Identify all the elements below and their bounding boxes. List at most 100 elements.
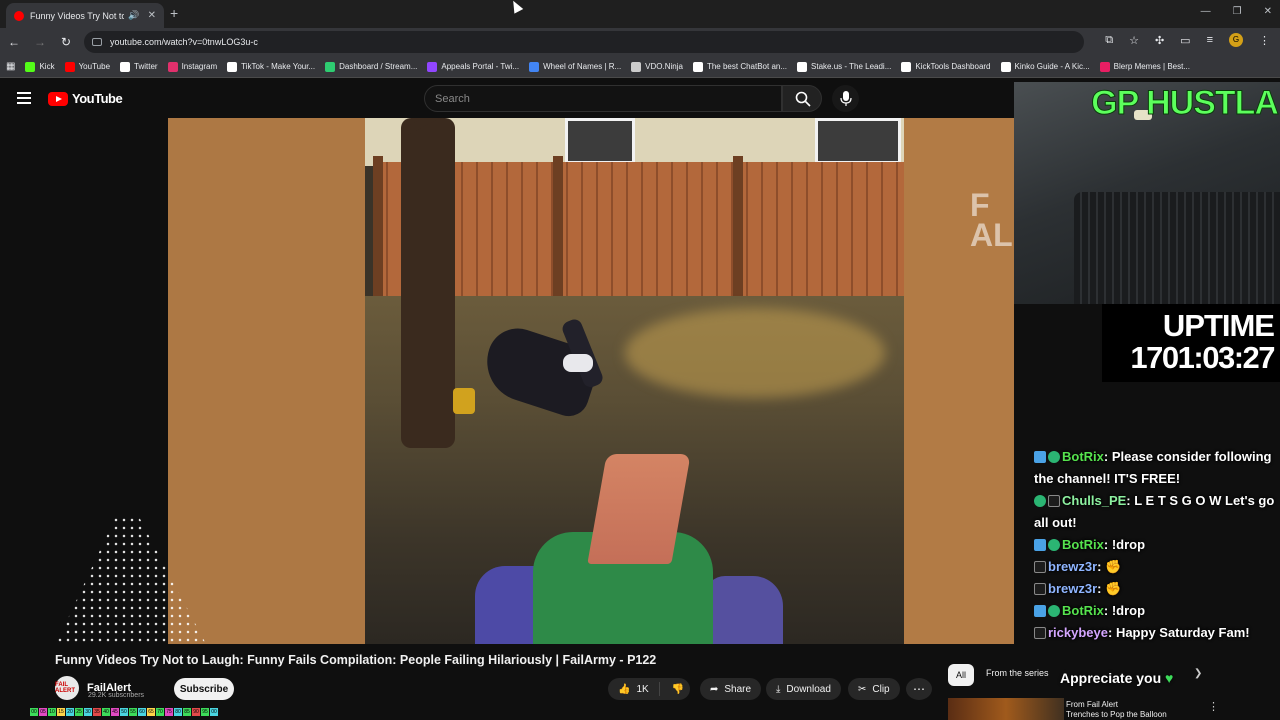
color-strip-cell: 15 — [57, 708, 65, 716]
browser-tab[interactable]: Funny Videos Try Not to La 🔊 ✕ — [6, 3, 164, 28]
related-video-title[interactable]: From Fail Alert Trenches to Pop the Ball… — [1066, 700, 1196, 720]
uptime-overlay: UPTIME 1701:03:27 — [1102, 304, 1280, 382]
bookmark-favicon-icon — [325, 61, 336, 72]
bookmark-favicon-icon — [227, 61, 238, 72]
bookmark-label: VDO.Ninja — [645, 62, 683, 71]
youtube-logo[interactable]: YouTube — [48, 91, 123, 106]
hamburger-menu-icon[interactable] — [17, 92, 31, 107]
related-video-thumbnail[interactable] — [948, 698, 1064, 720]
subscriber-count: 29.2K subscribers — [88, 692, 145, 699]
url-text: youtube.com/watch?v=0tnwLOG3u-c — [110, 37, 258, 47]
profile-avatar[interactable]: G — [1229, 33, 1243, 47]
chat-username: brewz3r — [1048, 559, 1098, 574]
channel-avatar[interactable]: FAIL ALERT — [55, 676, 79, 700]
browser-menu-icon[interactable]: ⋮ — [1259, 34, 1270, 47]
bookmark-item[interactable]: Blerp Memes | Best... — [1099, 61, 1190, 72]
cast-icon[interactable]: ▭ — [1180, 34, 1190, 47]
bookmark-item[interactable]: TikTok - Make Your... — [227, 61, 315, 72]
bookmark-item[interactable]: YouTube — [64, 61, 111, 72]
related-title-text: Trenches to Pop the Balloon — [1066, 710, 1167, 719]
video-player[interactable]: F AL — [168, 118, 1014, 644]
color-strip-cell: 40 — [102, 708, 110, 716]
color-strip-cell: 35 — [93, 708, 101, 716]
toy-slide-base — [705, 576, 783, 644]
youtube-play-icon — [48, 91, 68, 106]
microphone-icon — [840, 91, 852, 106]
bookmark-item[interactable]: VDO.Ninja — [631, 61, 683, 72]
bot-badge-icon — [1034, 539, 1046, 551]
bookmark-item[interactable]: KickTools Dashboard — [901, 61, 991, 72]
bookmark-label: Dashboard / Stream... — [339, 62, 418, 71]
color-strip-cell: 55 — [129, 708, 137, 716]
bookmark-star-icon[interactable]: ☆ — [1129, 34, 1139, 47]
close-tab-icon[interactable]: ✕ — [148, 10, 156, 21]
voice-search-button[interactable] — [832, 85, 859, 112]
search-button[interactable] — [782, 85, 822, 112]
like-count: 1K — [636, 683, 649, 695]
verified-badge-icon — [1048, 539, 1060, 551]
close-window-button[interactable]: ✕ — [1264, 6, 1272, 17]
video-frame — [365, 118, 904, 644]
apps-grid-icon[interactable]: ▦ — [6, 61, 15, 72]
color-strip-cell: 85 — [183, 708, 191, 716]
color-strip: 00 05 10 15 20 25 30 35 40 45 50 55 60 65 70 75 80 85 90 95… — [30, 708, 218, 716]
chip-from-series[interactable]: From the series — [986, 668, 1049, 678]
bookmark-item[interactable]: Appeals Portal - Twi... — [427, 61, 519, 72]
browser-toolbar: ← → ↻ youtube.com/watch?v=0tnwLOG3u-c ⧉ … — [0, 28, 1280, 56]
color-strip-cell: 95 — [201, 708, 209, 716]
youtube-logo-text: YouTube — [72, 91, 123, 106]
more-actions-icon[interactable]: ⋯ — [906, 678, 932, 700]
verified-badge-icon — [1048, 451, 1060, 463]
color-strip-cell: 30 — [84, 708, 92, 716]
address-bar[interactable]: youtube.com/watch?v=0tnwLOG3u-c — [84, 31, 1084, 53]
bookmark-item[interactable]: Instagram — [167, 61, 217, 72]
share-button[interactable]: ➦ Share — [700, 678, 762, 700]
subscribe-button[interactable]: Subscribe — [174, 678, 234, 700]
bookmark-item[interactable]: The best ChatBot an... — [692, 61, 787, 72]
bookmark-item[interactable]: Twitter — [120, 61, 158, 72]
bookmark-favicon-icon — [1099, 61, 1110, 72]
bookmark-favicon-icon — [529, 61, 540, 72]
fence-post — [373, 156, 383, 304]
restore-button[interactable]: ❐ — [1233, 6, 1242, 17]
chat-username: BotRix — [1062, 603, 1104, 618]
moderator-badge-icon — [1034, 583, 1046, 595]
search-input[interactable]: Search — [424, 85, 782, 112]
minimize-button[interactable]: — — [1201, 6, 1211, 17]
media-controls-icon[interactable]: ≡ — [1207, 34, 1213, 46]
dislike-button[interactable]: 👎 — [666, 684, 690, 695]
bookmark-label: Blerp Memes | Best... — [1113, 62, 1190, 71]
forward-button[interactable]: → — [28, 35, 52, 49]
extensions-icon[interactable]: ✣ — [1155, 34, 1164, 47]
related-more-icon[interactable]: ⋮ — [1208, 700, 1219, 713]
site-info-icon[interactable] — [92, 38, 102, 46]
bot-badge-icon — [1034, 605, 1046, 617]
uptime-value: 1701:03:27 — [1130, 340, 1275, 375]
bookmark-label: Kick — [39, 62, 55, 71]
bookmark-label: Twitter — [134, 62, 158, 71]
chat-text: : !drop — [1103, 537, 1146, 552]
speaker-icon[interactable]: 🔊 — [128, 10, 139, 21]
download-button[interactable]: ⤓ Download — [766, 678, 841, 700]
like-button[interactable]: 👍 1K — [608, 682, 660, 696]
new-tab-button[interactable]: + — [170, 5, 178, 21]
bookmark-item[interactable]: Kinko Guide - A Kic... — [1000, 61, 1090, 72]
chevron-right-icon[interactable]: ❯ — [1194, 668, 1202, 679]
chip-all[interactable]: All — [948, 664, 974, 686]
bookmark-item[interactable]: Dashboard / Stream... — [325, 61, 418, 72]
back-button[interactable]: ← — [2, 35, 26, 49]
chat-message: BotRix: Please consider following the ch… — [1034, 446, 1280, 490]
bookmark-item[interactable]: Stake.us - The Leadi... — [797, 61, 891, 72]
bookmark-item[interactable]: Wheel of Names | R... — [529, 61, 621, 72]
install-app-icon[interactable]: ⧉ — [1105, 34, 1113, 47]
reload-button[interactable]: ↻ — [54, 35, 78, 49]
clip-label: Clip — [872, 683, 890, 695]
chat-message: BotRix: !drop — [1034, 534, 1280, 556]
video-pillarbox-left — [168, 118, 365, 644]
share-label: Share — [724, 683, 752, 695]
bookmark-label: YouTube — [78, 62, 111, 71]
bookmark-item[interactable]: Kick — [25, 61, 55, 72]
bookmark-favicon-icon — [1000, 61, 1011, 72]
clip-button[interactable]: ✂ Clip — [848, 678, 900, 700]
verified-badge-icon — [1048, 605, 1060, 617]
